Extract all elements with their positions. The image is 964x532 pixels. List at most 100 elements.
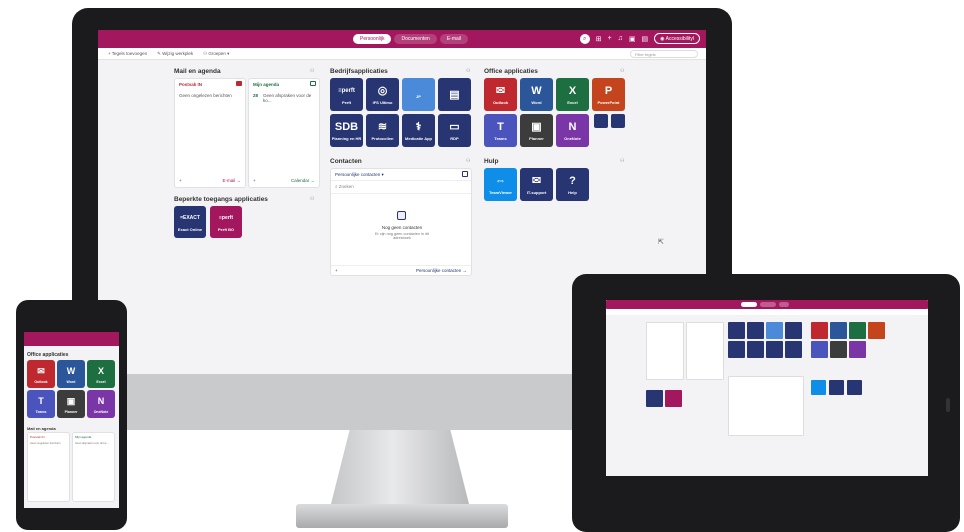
- group-icon[interactable]: ⚇: [310, 68, 314, 74]
- app-icon[interactable]: ▣: [629, 35, 636, 43]
- tile-outlook[interactable]: ✉ Outlook: [484, 78, 517, 111]
- tablet-tab[interactable]: [741, 302, 757, 307]
- tablet-tile[interactable]: [646, 390, 663, 407]
- tablet-tile[interactable]: [847, 380, 862, 395]
- phone-inbox-card: Postvak IN Geen ongelezen berichten: [27, 432, 70, 502]
- tablet-tab[interactable]: [779, 302, 789, 307]
- tile-excel[interactable]: X Excel: [87, 360, 115, 388]
- tablet-tile[interactable]: [811, 380, 826, 395]
- tablet-tile[interactable]: [728, 322, 745, 339]
- tile-teams[interactable]: T Teams: [27, 390, 55, 418]
- contacts-dropdown[interactable]: Persoonlijke contacten ▾: [335, 172, 384, 178]
- print-icon[interactable]: ▤: [642, 35, 649, 43]
- app-glyph-icon: ⚕: [415, 120, 422, 133]
- app-glyph-icon: ✉: [495, 84, 506, 97]
- tablet-tile[interactable]: [811, 341, 828, 358]
- business-apps-title: Bedrijfsapplicaties: [330, 68, 388, 75]
- tile-word[interactable]: W Word: [520, 78, 553, 111]
- tile-powerpoint[interactable]: P PowerPoint: [592, 78, 625, 111]
- tablet-tile[interactable]: [665, 390, 682, 407]
- add-tiles-button[interactable]: + Tegels toevoegen: [108, 51, 147, 56]
- contacts-search[interactable]: ⌕ Zoeken: [335, 184, 354, 189]
- tile-onenote[interactable]: N OneNote: [556, 114, 589, 147]
- tile-onenote[interactable]: N OneNote: [87, 390, 115, 418]
- bell-icon[interactable]: ♫: [618, 35, 623, 42]
- tile-label: Help: [568, 189, 577, 195]
- tile-label: OneNote: [564, 135, 581, 141]
- edit-workspace-button[interactable]: ✎ Wijzig werkplek: [157, 51, 193, 57]
- tile-word[interactable]: W Word: [57, 360, 85, 388]
- plus-icon[interactable]: +: [608, 35, 612, 42]
- tab-email[interactable]: E-mail: [439, 34, 468, 44]
- tablet-tile[interactable]: [830, 322, 847, 339]
- add-contact-button[interactable]: +: [335, 268, 338, 273]
- app-glyph-icon: X: [568, 84, 577, 97]
- tile-ifs-ultimo[interactable]: ◎ IFS Ultimo: [366, 78, 399, 111]
- search-placeholder: Zoeken: [338, 184, 354, 189]
- tile-rdp[interactable]: ▭ RDP: [438, 114, 471, 147]
- workspace-tabs: Persoonlijk Documenten E-mail: [353, 34, 468, 44]
- search-icon[interactable]: ⌕: [579, 33, 590, 44]
- tablet-tile[interactable]: [785, 322, 802, 339]
- tablet-tile[interactable]: [766, 322, 783, 339]
- tablet-tile[interactable]: [785, 341, 802, 358]
- account-name: Accessibilityl: [665, 36, 694, 42]
- group-icon[interactable]: ⚇: [620, 68, 624, 74]
- account-button[interactable]: ◉ Accessibilityl: [654, 33, 700, 44]
- agenda-title: Mijn agenda: [253, 82, 280, 87]
- tablet-tile[interactable]: [728, 341, 745, 358]
- calendar-link[interactable]: Calendar →: [291, 178, 315, 183]
- group-icon[interactable]: ⚇: [466, 68, 470, 74]
- tile-planner[interactable]: ▣ Planner: [57, 390, 85, 418]
- grid-icon[interactable]: ⊞: [596, 35, 602, 43]
- tablet-tile[interactable]: [868, 322, 885, 339]
- topbar-actions: ⌕ ⊞ + ♫ ▣ ▤ ◉ Accessibilityl: [579, 33, 700, 44]
- add-event-icon[interactable]: +: [253, 178, 256, 183]
- paint-tile[interactable]: [611, 114, 625, 128]
- tablet-tab[interactable]: [760, 302, 776, 307]
- tile-planner[interactable]: ▣ Planner: [520, 114, 553, 147]
- tablet-tile[interactable]: [747, 341, 764, 358]
- email-link[interactable]: E-mail →: [222, 178, 241, 183]
- tile-exact-online[interactable]: =EXACT Exact Online: [174, 206, 206, 238]
- tablet-tile[interactable]: [830, 341, 847, 358]
- tablet-tile[interactable]: [811, 322, 828, 339]
- tab-persoonlijk[interactable]: Persoonlijk: [353, 34, 392, 44]
- add-mail-icon[interactable]: +: [179, 178, 182, 183]
- tile-help[interactable]: ? Help: [556, 168, 589, 201]
- tablet-tile[interactable]: [849, 322, 866, 339]
- groups-dropdown[interactable]: ⚇ Groepen ▾: [203, 51, 229, 57]
- tile-outlook[interactable]: ✉ Outlook: [27, 360, 55, 388]
- tile-jp[interactable]: JP: [402, 78, 435, 111]
- contacts-link[interactable]: Persoonlijke contacten →: [416, 268, 467, 273]
- tile-label: Teams: [35, 409, 47, 414]
- contacts-card: Persoonlijke contacten ▾ ⌕ Zoeken Nog ge…: [330, 168, 472, 276]
- contacts-empty-text: Er zijn nog geen contacten in dit adresb…: [374, 232, 430, 240]
- filter-input[interactable]: Filter tegels: [630, 50, 698, 58]
- tile-label: TeamViewer: [489, 189, 512, 195]
- tablet-tile[interactable]: [849, 341, 866, 358]
- tile-excel[interactable]: X Excel: [556, 78, 589, 111]
- add-contact-icon[interactable]: [462, 171, 468, 177]
- tile-medicatie-app[interactable]: ⚕ Medicatie App: [402, 114, 435, 147]
- group-icon[interactable]: ⚇: [310, 196, 314, 202]
- group-icon[interactable]: ⚇: [620, 158, 624, 164]
- tile-perft-bo[interactable]: ≡perft Perft BO: [210, 206, 242, 238]
- tile-perft[interactable]: ≡perft Perft: [330, 78, 363, 111]
- tab-documenten[interactable]: Documenten: [394, 34, 437, 44]
- tile-teams[interactable]: T Teams: [484, 114, 517, 147]
- tile-label: Protocollen: [371, 135, 394, 141]
- calculator-tile[interactable]: [594, 114, 608, 128]
- tile-it-support[interactable]: ✉ IT-support: [520, 168, 553, 201]
- tablet-tile[interactable]: [747, 322, 764, 339]
- tablet-toolbar: [606, 309, 928, 315]
- tile-app[interactable]: ▤: [438, 78, 471, 111]
- tablet-screen: [606, 300, 928, 476]
- tablet-tile[interactable]: [766, 341, 783, 358]
- group-icon[interactable]: ⚇: [466, 158, 470, 164]
- tablet-tile[interactable]: [829, 380, 844, 395]
- tile-protocollen[interactable]: ≋ Protocollen: [366, 114, 399, 147]
- tile-planning-en-hr[interactable]: SDB Planning en HR: [330, 114, 363, 147]
- tile-label: Outlook: [34, 379, 48, 384]
- tile-teamviewer[interactable]: ⇔ TeamViewer: [484, 168, 517, 201]
